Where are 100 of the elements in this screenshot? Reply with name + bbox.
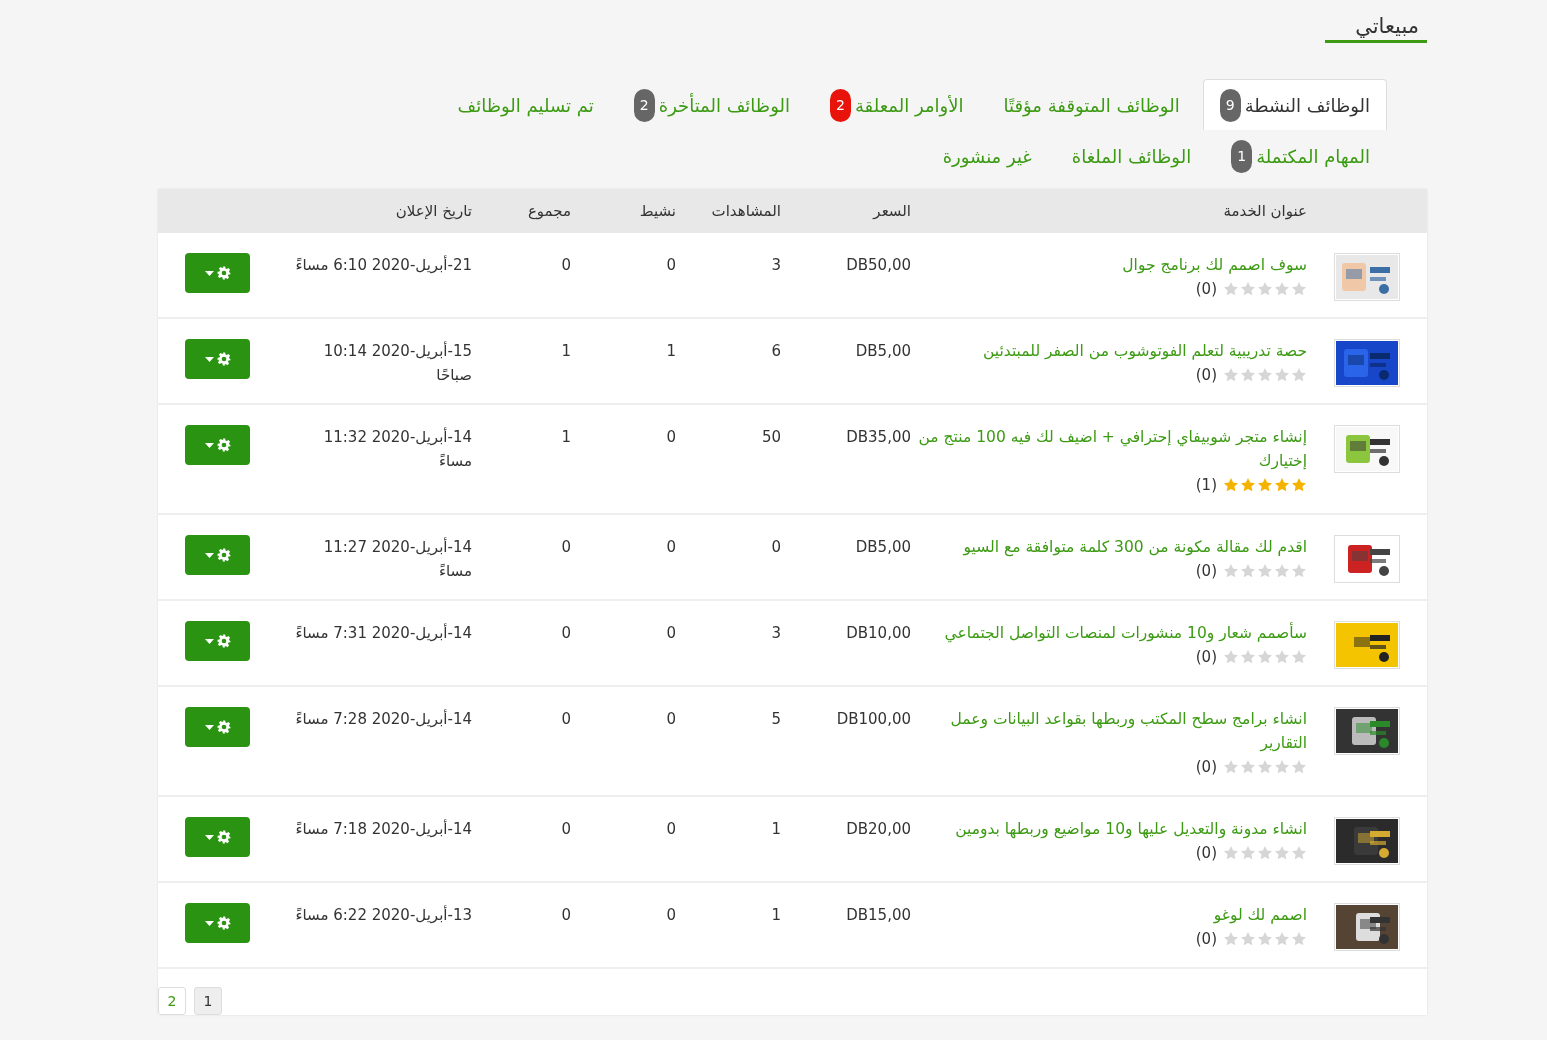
settings-icon: [216, 352, 231, 366]
settings-icon: [216, 916, 231, 930]
caret-icon: [204, 356, 214, 362]
settings-icon: [216, 438, 231, 452]
star-icon: [1257, 367, 1273, 383]
star-icon: [1291, 759, 1307, 775]
active-cell-text: 0: [665, 905, 677, 926]
star-icon: [1274, 477, 1290, 493]
tab[interactable]: الوظائف المتوقفة مؤقتًا: [986, 79, 1197, 130]
star-icon: [1240, 367, 1256, 383]
count-badge: 9: [1219, 88, 1241, 122]
caret-icon: [204, 920, 214, 926]
star-icon: [1257, 563, 1273, 579]
star-icon: [1240, 477, 1256, 493]
service-title-link[interactable]: انشاء مدونة والتعديل عليها و10 مواضيع وربطها بدومين: [917, 817, 1307, 841]
tab[interactable]: الوظائف الملغاة: [1054, 130, 1209, 181]
caret-icon: [204, 638, 214, 644]
page-title: مبيعاتي: [1325, 14, 1427, 43]
price-cell-text: DB5,00: [854, 537, 912, 558]
settings-dropdown-button[interactable]: [185, 425, 250, 465]
star-icon: [1274, 281, 1290, 297]
star-icon: [1274, 845, 1290, 861]
review-count: (0): [1195, 561, 1217, 582]
service-title-link[interactable]: سأصمم شعار و10 منشورات لمنصات التواصل الجتماعي: [917, 621, 1307, 645]
review-count: (1): [1195, 475, 1217, 496]
settings-dropdown-button[interactable]: [185, 253, 250, 293]
active-cell-text: 0: [665, 709, 677, 730]
star-icon: [1240, 281, 1256, 297]
service-title-link[interactable]: اقدم لك مقالة مكونة من 300 كلمة متوافقة مع السيو: [917, 535, 1307, 559]
total-cell-text: 1: [560, 427, 572, 448]
settings-dropdown-button[interactable]: [185, 535, 250, 575]
date-cell-text: 14-أبريل-2020 7:18 مساءً: [294, 818, 472, 840]
caret-icon: [204, 552, 214, 558]
caret-icon: [204, 724, 214, 730]
star-icon: [1291, 563, 1307, 579]
star-icon: [1257, 281, 1273, 297]
review-count: (0): [1195, 279, 1217, 300]
settings-dropdown-button[interactable]: [185, 621, 250, 661]
star-icon: [1291, 845, 1307, 861]
date-cell-text: 14-أبريل-2020 11:27 مساءً: [322, 536, 472, 582]
total-cell-text: 0: [560, 255, 572, 276]
page-button[interactable]: 2: [158, 987, 186, 1015]
caret-icon: [204, 834, 214, 840]
review-count: (0): [1195, 757, 1217, 778]
star-icon: [1240, 563, 1256, 579]
active-cell-text: 0: [665, 623, 677, 644]
tab[interactable]: غير منشورة: [925, 130, 1049, 181]
date-cell-text: 13-أبريل-2020 6:22 مساءً: [294, 904, 472, 926]
star-icon: [1274, 931, 1290, 947]
service-title-link[interactable]: انشاء برامج سطح المكتب وربطها بقواعد البيانات وعمل التقارير: [917, 707, 1307, 755]
settings-icon: [216, 548, 231, 562]
price-cell-text: DB10,00: [845, 623, 912, 644]
settings-icon: [216, 634, 231, 648]
settings-icon: [216, 720, 231, 734]
service-title-link[interactable]: إنشاء متجر شوبيفاي إحترافي + اضيف لك فيه 100 منتج من إختيارك: [917, 425, 1307, 473]
column-header: مجموع: [526, 201, 572, 222]
star-icon: [1257, 649, 1273, 665]
price-cell-text: DB35,00: [845, 427, 912, 448]
star-icon: [1274, 367, 1290, 383]
star-icon: [1257, 477, 1273, 493]
star-icon: [1291, 367, 1307, 383]
total-cell-text: 0: [560, 905, 572, 926]
service-title-link[interactable]: سوف اصمم لك برنامج جوال: [917, 253, 1307, 277]
total-cell-text: 0: [560, 537, 572, 558]
star-icon: [1223, 563, 1239, 579]
service-title-link[interactable]: اصمم لك لوغو: [917, 903, 1307, 927]
count-badge: 2: [829, 88, 851, 122]
caret-icon: [204, 442, 214, 448]
column-header: نشيط: [638, 201, 677, 222]
settings-dropdown-button[interactable]: [185, 339, 250, 379]
star-icon: [1291, 281, 1307, 297]
tab[interactable]: تم تسليم الوظائف: [440, 79, 611, 130]
star-icon: [1257, 759, 1273, 775]
star-icon: [1291, 649, 1307, 665]
service-title-link[interactable]: حصة تدريبية لتعلم الفوتوشوب من الصفر للمبتدئين: [917, 339, 1307, 363]
active-cell-text: 0: [665, 819, 677, 840]
views-cell-text: 1: [770, 905, 782, 926]
star-icon: [1223, 281, 1239, 297]
settings-dropdown-button[interactable]: [185, 903, 250, 943]
views-cell-text: 5: [770, 709, 782, 730]
page-button[interactable]: 1: [194, 987, 222, 1015]
date-cell-text: 14-أبريل-2020 11:32 مساءً: [322, 426, 472, 472]
views-cell-text: 3: [770, 255, 782, 276]
star-icon: [1274, 563, 1290, 579]
settings-dropdown-button[interactable]: [185, 707, 250, 747]
total-cell-text: 0: [560, 623, 572, 644]
star-icon: [1257, 845, 1273, 861]
total-cell-text: 0: [560, 819, 572, 840]
settings-icon: [216, 266, 231, 280]
views-cell-text: 50: [760, 427, 782, 448]
review-count: (0): [1195, 929, 1217, 950]
review-count: (0): [1195, 843, 1217, 864]
date-cell-text: 15-أبريل-2020 10:14 صباحًا: [322, 340, 472, 386]
price-cell-text: DB100,00: [835, 709, 912, 730]
star-icon: [1240, 649, 1256, 665]
star-icon: [1223, 845, 1239, 861]
count-badge: 2: [633, 88, 655, 122]
total-cell-text: 1: [560, 341, 572, 362]
price-cell-text: DB15,00: [845, 905, 912, 926]
settings-dropdown-button[interactable]: [185, 817, 250, 857]
